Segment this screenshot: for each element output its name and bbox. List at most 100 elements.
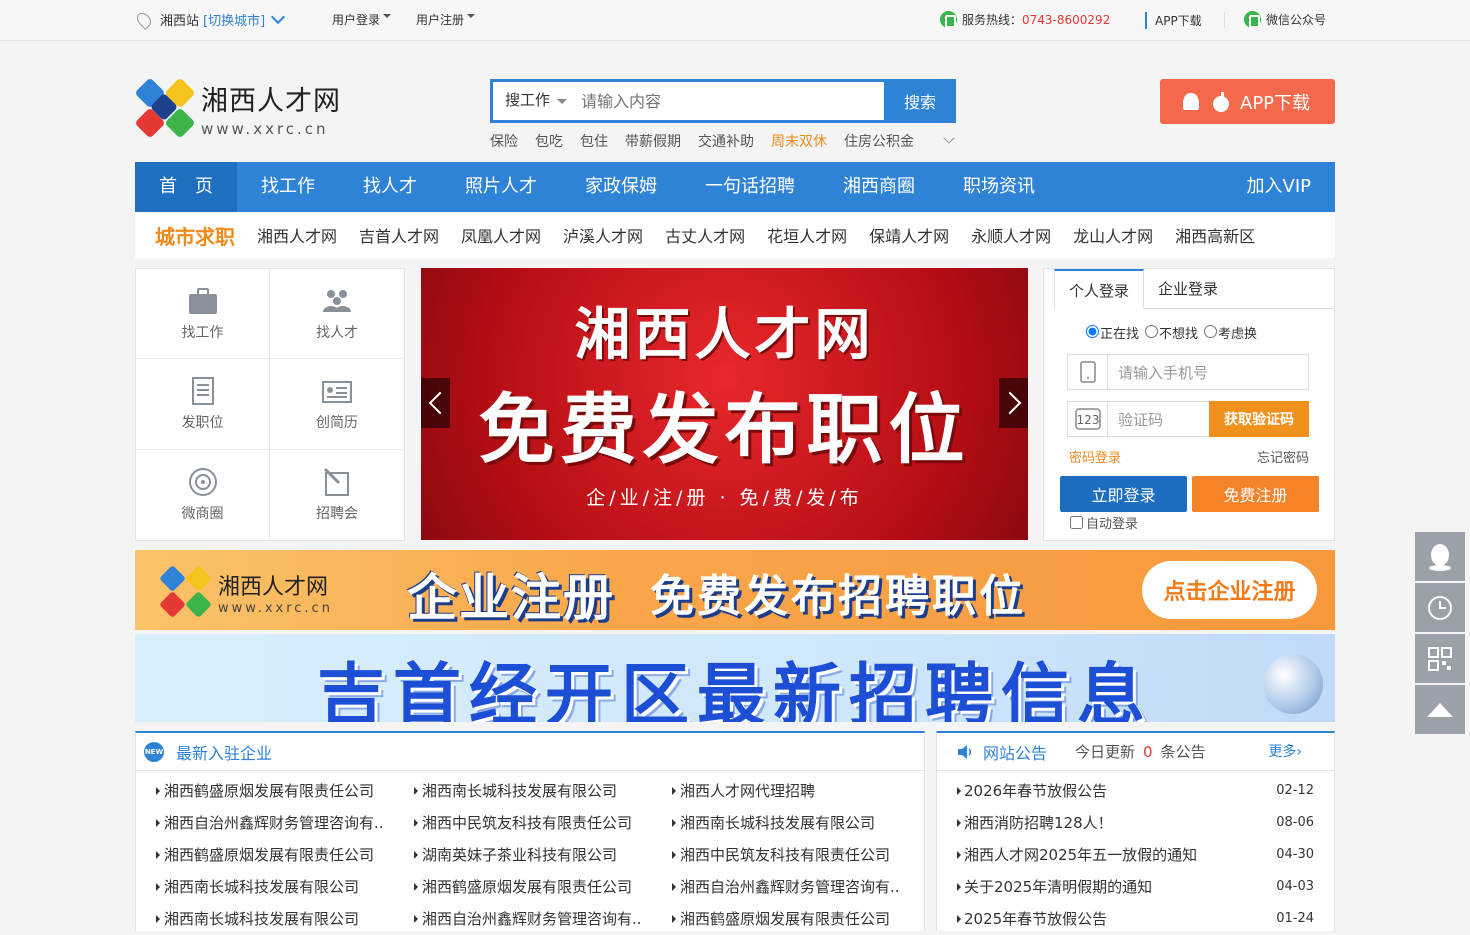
ad-logo: 湘西人才网 www.xxrc.cn (159, 565, 333, 618)
city-link[interactable]: 湘西人才网 (257, 223, 337, 247)
qq-service-button[interactable] (1415, 532, 1465, 581)
notice-item[interactable]: 2026年春节放假公告 02-12 (957, 775, 1314, 807)
list-item[interactable]: 湘西中民筑友科技有限责任公司 (672, 839, 930, 871)
nav-career-news[interactable]: 职场资讯 (939, 162, 1059, 212)
hero-banner[interactable]: 湘西人才网 免费发布职位 企/业/注/册 · 免/费/发/布 (421, 268, 1028, 540)
target-icon (188, 467, 217, 496)
notice-item[interactable]: 关于2025年清明假期的通知 04-03 (957, 871, 1314, 903)
list-item[interactable]: 湘西南长城科技发展有限公司 (672, 807, 930, 839)
today-unit: 条公告 (1160, 743, 1206, 761)
quick-create-resume[interactable]: 创简历 (270, 359, 404, 450)
ad-logo-domain: www.xxrc.cn (218, 600, 333, 616)
city-link[interactable]: 永顺人才网 (971, 223, 1051, 247)
nav-find-talent[interactable]: 找人才 (339, 162, 441, 212)
status-radio[interactable] (1145, 325, 1159, 338)
user-register-menu[interactable]: 用户注册 (416, 11, 475, 28)
hot-keyword[interactable]: 周末双休 (771, 131, 827, 151)
quick-label: 找工作 (181, 324, 224, 341)
search-button[interactable]: 搜索 (884, 79, 956, 123)
app-download-link[interactable]: APP下载 (1145, 12, 1202, 29)
auto-login[interactable]: 自动登录 (1070, 513, 1138, 532)
phone-field[interactable]: 请输入手机号 (1067, 354, 1309, 390)
city-link[interactable]: 古丈人才网 (665, 223, 745, 247)
status-option[interactable]: 不想找 (1145, 323, 1198, 342)
list-item[interactable]: 湘西鹤盛原烟发展有限责任公司 (156, 775, 414, 807)
list-item[interactable]: 湘西自治州鑫辉财务管理咨询有.. (156, 807, 414, 839)
city-link[interactable]: 保靖人才网 (869, 223, 949, 247)
city-link[interactable]: 花垣人才网 (767, 223, 847, 247)
register-button[interactable]: 免费注册 (1192, 476, 1319, 512)
status-radio[interactable] (1086, 325, 1099, 338)
wechat-link[interactable]: 微信公众号 (1244, 11, 1326, 28)
city-link[interactable]: 吉首人才网 (359, 223, 439, 247)
tab-personal-login[interactable]: 个人登录 (1054, 269, 1145, 309)
app-download-button[interactable]: APP下载 (1160, 79, 1335, 124)
get-code-button[interactable]: 获取验证码 (1209, 401, 1309, 437)
more-link[interactable]: 更多› (1268, 741, 1302, 761)
site-logo[interactable]: 湘西人才网 www.xxrc.cn (134, 77, 341, 139)
password-login-link[interactable]: 密码登录 (1069, 447, 1121, 466)
company-register-ad[interactable]: 湘西人才网 www.xxrc.cn 企业注册 免费发布招聘职位 点击企业注册 (135, 550, 1335, 630)
quick-find-talent[interactable]: 找人才 (270, 269, 404, 360)
list-item[interactable]: 湘西南长城科技发展有限公司 (156, 903, 414, 935)
city-link[interactable]: 凤凰人才网 (461, 223, 541, 247)
hot-keyword[interactable]: 带薪假期 (625, 131, 681, 151)
list-item[interactable]: 湘西南长城科技发展有限公司 (414, 775, 672, 807)
search-type-select[interactable]: 搜工作 (493, 82, 575, 120)
notice-item[interactable]: 湘西消防招聘128人！ 08-06 (957, 807, 1314, 839)
chevron-down-icon[interactable] (271, 9, 286, 25)
list-item[interactable]: 湘西鹤盛原烟发展有限责任公司 (672, 903, 930, 935)
hot-keyword[interactable]: 包吃 (535, 131, 563, 151)
quick-job-fair[interactable]: 招聘会 (270, 450, 404, 540)
list-item[interactable]: 湘西鹤盛原烟发展有限责任公司 (156, 839, 414, 871)
status-option[interactable]: 考虑换 (1204, 323, 1257, 342)
list-item[interactable]: 湘西自治州鑫辉财务管理咨询有.. (414, 903, 672, 935)
ad-headline: 企业注册 (407, 569, 615, 627)
list-item[interactable]: 湘西中民筑友科技有限责任公司 (414, 807, 672, 839)
company-register-cta[interactable]: 点击企业注册 (1142, 561, 1317, 619)
list-item[interactable]: 湘西自治州鑫辉财务管理咨询有.. (672, 871, 930, 903)
jishou-recruit-ad[interactable]: 吉首经开区最新招聘信息 (135, 634, 1335, 722)
qrcode-button[interactable] (1415, 634, 1465, 683)
back-to-top-button[interactable] (1415, 685, 1465, 734)
list-item[interactable]: 湖南英妹子茶业科技有限公司 (414, 839, 672, 871)
nav-one-line-recruit[interactable]: 一句话招聘 (681, 162, 819, 212)
banner-next-arrow-icon[interactable] (999, 378, 1028, 428)
switch-city-link[interactable]: [切换城市] (203, 10, 265, 29)
quick-micro-circle[interactable]: 微商圈 (136, 449, 270, 540)
history-button[interactable] (1415, 583, 1465, 632)
city-link[interactable]: 泸溪人才网 (563, 223, 643, 247)
nav-find-job[interactable]: 找工作 (237, 162, 339, 212)
hot-keyword[interactable]: 包住 (580, 131, 608, 151)
qq-penguin-icon (1429, 543, 1451, 571)
notice-item[interactable]: 2025年春节放假公告 01-24 (957, 903, 1314, 935)
code-field[interactable]: 123 验证码 获取验证码 (1067, 401, 1309, 437)
notice-item[interactable]: 湘西人才网2025年五一放假的通知 04-30 (957, 839, 1314, 871)
nav-photo-talent[interactable]: 照片人才 (441, 162, 561, 212)
hot-keyword[interactable]: 保险 (490, 131, 518, 151)
nav-housekeeping[interactable]: 家政保姆 (561, 162, 681, 212)
tab-company-login[interactable]: 企业登录 (1144, 269, 1232, 308)
list-item[interactable]: 湘西南长城科技发展有限公司 (156, 871, 414, 903)
hot-keyword[interactable]: 交通补助 (698, 131, 754, 151)
user-login-menu[interactable]: 用户登录 (332, 11, 391, 28)
banner-prev-arrow-icon[interactable] (421, 378, 450, 428)
forgot-password-link[interactable]: 忘记密码 (1257, 447, 1309, 466)
quick-find-job[interactable]: 找工作 (136, 269, 270, 360)
city-link[interactable]: 湘西高新区 (1175, 223, 1255, 247)
search-input[interactable] (575, 82, 884, 120)
list-item[interactable]: 湘西鹤盛原烟发展有限责任公司 (414, 871, 672, 903)
status-radio[interactable] (1204, 325, 1218, 338)
hot-keyword[interactable]: 住房公积金 (844, 131, 914, 151)
auto-login-checkbox[interactable] (1070, 516, 1083, 529)
city-link[interactable]: 龙山人才网 (1073, 223, 1153, 247)
ad-logo-text: 湘西人才网 (218, 574, 329, 600)
list-item[interactable]: 湘西人才网代理招聘 (672, 775, 930, 807)
status-option[interactable]: 正在找 (1086, 323, 1139, 342)
nav-home[interactable]: 首 页 (135, 162, 237, 212)
quick-post-job[interactable]: 发职位 (136, 359, 270, 450)
nav-business-circle[interactable]: 湘西商圈 (819, 162, 939, 212)
nav-join-vip[interactable]: 加入VIP (1223, 162, 1335, 212)
hot-keywords: 保险 包吃 包住 带薪假期 交通补助 周末双休 住房公积金 (490, 131, 914, 151)
login-button[interactable]: 立即登录 (1060, 476, 1187, 512)
